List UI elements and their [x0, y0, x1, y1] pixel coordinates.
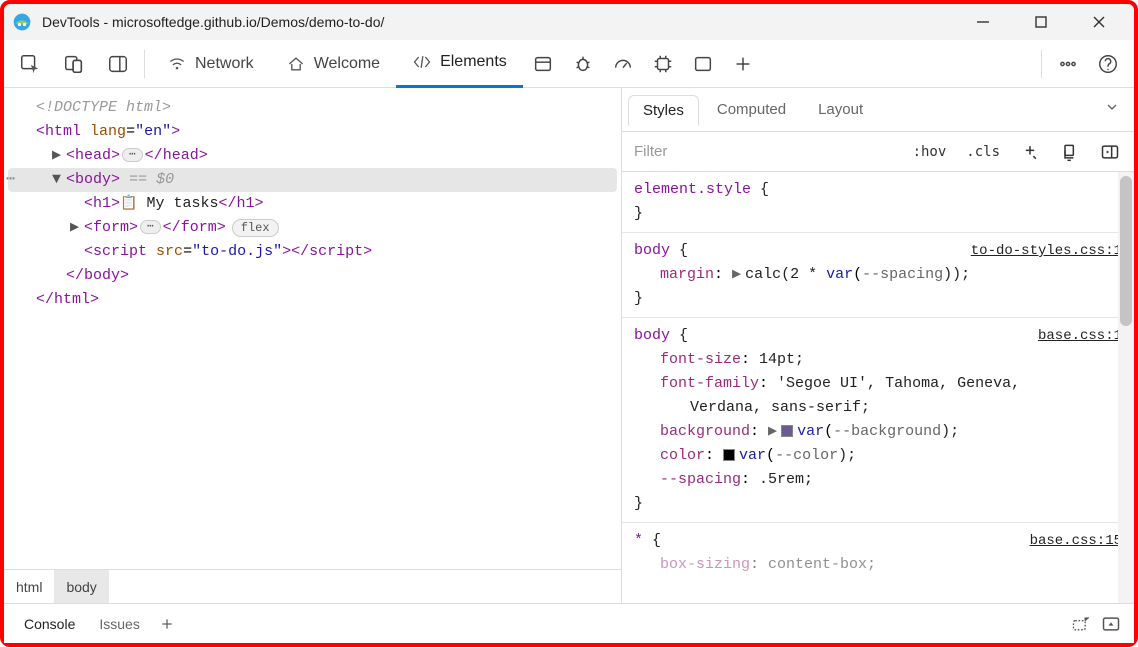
tab-styles[interactable]: Styles: [628, 95, 699, 126]
add-drawer-tab-icon[interactable]: [152, 609, 182, 639]
tab-performance-icon[interactable]: [603, 44, 643, 84]
source-link[interactable]: base.css:1: [1038, 324, 1122, 348]
html-open-tag[interactable]: <html: [36, 123, 81, 140]
tab-network-label: Network: [195, 55, 254, 73]
doctype-node[interactable]: <!DOCTYPE html>: [36, 99, 171, 116]
more-options-icon[interactable]: [1048, 44, 1088, 84]
scroll-thumb[interactable]: [1120, 176, 1132, 326]
inspect-element-icon[interactable]: [10, 44, 50, 84]
maximize-button[interactable]: [1024, 8, 1058, 36]
dom-tree-pane: <!DOCTYPE html> <html lang="en"> ▶<head>…: [4, 88, 622, 603]
rule-body-base[interactable]: base.css:1 body { font-size: 14pt; font-…: [622, 318, 1134, 523]
ellipsis-badge[interactable]: ⋯: [140, 220, 161, 234]
form-node[interactable]: <form>: [84, 219, 138, 236]
window-title: DevTools - microsoftedge.github.io/Demos…: [42, 14, 966, 30]
expand-arrow-icon[interactable]: ▶: [52, 144, 66, 168]
rule-body-todo[interactable]: to-do-styles.css:1 body { margin: ▶calc(…: [622, 233, 1134, 318]
filter-bar: :hov .cls: [622, 132, 1134, 172]
dom-tree[interactable]: <!DOCTYPE html> <html lang="en"> ▶<head>…: [4, 88, 621, 569]
tab-debugger-icon[interactable]: [563, 44, 603, 84]
minimize-button[interactable]: [966, 8, 1000, 36]
styles-tabs: Styles Computed Layout: [622, 88, 1134, 132]
ellipsis-badge[interactable]: ⋯: [122, 148, 143, 162]
breadcrumb: html body: [4, 569, 621, 603]
expand-triangle-icon[interactable]: ▶: [768, 423, 777, 440]
clipboard-icon: 📋: [120, 196, 137, 212]
collapse-drawer-icon[interactable]: [1096, 609, 1126, 639]
toggle-sidebar-icon[interactable]: [1092, 138, 1128, 166]
new-style-rule-icon[interactable]: [1012, 138, 1048, 166]
cls-toggle[interactable]: .cls: [958, 140, 1008, 164]
collapse-arrow-icon[interactable]: ▼: [52, 168, 66, 192]
tab-computed[interactable]: Computed: [703, 95, 800, 124]
titlebar: DevTools - microsoftedge.github.io/Demos…: [4, 4, 1134, 40]
body-close-tag[interactable]: </body>: [66, 267, 129, 284]
tab-application-icon[interactable]: [523, 44, 563, 84]
tab-more-icon[interactable]: [683, 44, 723, 84]
tab-elements[interactable]: Elements: [396, 40, 523, 88]
help-icon[interactable]: [1088, 44, 1128, 84]
styles-filter-input[interactable]: [622, 132, 905, 171]
flex-badge[interactable]: flex: [232, 219, 279, 237]
tab-layout[interactable]: Layout: [804, 95, 877, 124]
crumb-html[interactable]: html: [4, 570, 54, 603]
hov-toggle[interactable]: :hov: [905, 140, 955, 164]
drawer-tab-console[interactable]: Console: [12, 610, 87, 638]
color-swatch[interactable]: [781, 425, 793, 437]
scroll-track[interactable]: [1118, 172, 1134, 603]
add-tab-icon[interactable]: [723, 44, 763, 84]
html-close-tag[interactable]: </html>: [36, 291, 99, 308]
issues-shortcut-icon[interactable]: [1066, 609, 1096, 639]
tab-memory-icon[interactable]: [643, 44, 683, 84]
script-node[interactable]: <script: [84, 243, 147, 260]
tab-network[interactable]: Network: [151, 40, 270, 88]
expand-arrow-icon[interactable]: ▶: [70, 216, 84, 240]
main-toolbar: Network Welcome Elements: [4, 40, 1134, 88]
drawer-tab-issues[interactable]: Issues: [87, 610, 151, 638]
source-link[interactable]: base.css:15: [1030, 529, 1122, 553]
styles-pane: Styles Computed Layout :hov .cls: [622, 88, 1134, 603]
copy-styles-icon[interactable]: [1052, 138, 1088, 166]
rule-universal[interactable]: base.css:15 * { box-sizing: content-box;: [622, 523, 1134, 583]
rule-element-style[interactable]: element.style { }: [622, 172, 1134, 233]
tab-welcome[interactable]: Welcome: [270, 40, 396, 88]
tab-welcome-label: Welcome: [314, 55, 380, 73]
drawer: Console Issues: [4, 603, 1134, 643]
h1-node[interactable]: <h1>: [84, 195, 120, 212]
close-button[interactable]: [1082, 8, 1116, 36]
dock-side-icon[interactable]: [98, 44, 138, 84]
crumb-body[interactable]: body: [54, 570, 108, 603]
expand-triangle-icon[interactable]: ▶: [732, 266, 741, 283]
source-link[interactable]: to-do-styles.css:1: [971, 239, 1122, 263]
head-node[interactable]: <head>: [66, 147, 120, 164]
device-emulation-icon[interactable]: [54, 44, 94, 84]
expand-panel-icon[interactable]: [1096, 95, 1128, 124]
styles-rules[interactable]: element.style { } to-do-styles.css:1 bod…: [622, 172, 1134, 603]
color-swatch[interactable]: [723, 449, 735, 461]
selected-annotation: == $0: [129, 171, 174, 188]
tab-elements-label: Elements: [440, 53, 507, 71]
devtools-app-icon: [12, 12, 32, 32]
body-node-selected[interactable]: ⋯▼<body> == $0: [8, 168, 617, 192]
